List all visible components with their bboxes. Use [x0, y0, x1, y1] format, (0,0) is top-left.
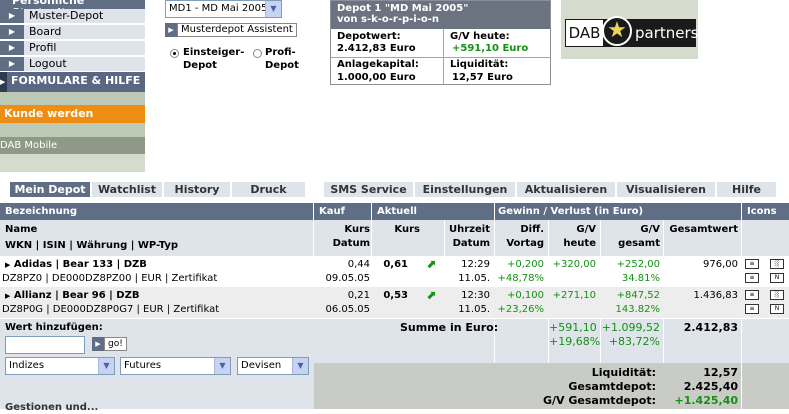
nav-spacer — [0, 154, 145, 172]
nav-spacer — [0, 123, 145, 137]
add-value-panel: Wert hinzufügen: ▶ go! Indizes ▼ Futures ▼ … — [0, 319, 314, 413]
tab-hilfe[interactable]: Hilfe — [717, 182, 776, 197]
nav-kunde-werden[interactable]: Kunde werden — [0, 105, 145, 123]
radio-unchecked-icon[interactable] — [253, 49, 262, 58]
triangle-right-icon: ▶ — [92, 337, 104, 351]
tab-history[interactable]: History — [164, 182, 230, 197]
edit-icon[interactable]: ≡ — [745, 273, 759, 283]
bar-chart-icon[interactable]: ░ — [770, 259, 784, 269]
nav-item-board[interactable]: ▶ Board — [0, 25, 145, 40]
row-name[interactable]: ▶ Allianz | Bear 96 | DZB — [5, 290, 139, 302]
chart-detail-icon[interactable]: ≡ — [745, 259, 759, 269]
chevron-down-icon[interactable]: ▼ — [98, 358, 114, 374]
indizes-dropdown[interactable]: Indizes ▼ — [5, 357, 115, 375]
gv-heute-label: G/V heute: — [450, 31, 510, 42]
summary-panel: Summe in Euro: +591,10 +19,68% +1.099,52… — [314, 319, 789, 409]
tab-aktualisieren[interactable]: Aktualisieren — [517, 182, 615, 197]
news-icon[interactable]: N — [770, 273, 784, 283]
go-button[interactable]: ▶ go! — [92, 337, 127, 351]
tab-druck[interactable]: Druck — [232, 182, 305, 197]
table-subheader: Name WKN | ISIN | Währung | WP-Typ Kurs … — [0, 220, 789, 256]
depot-summary-box: Depot 1 "MD Mai 2005" von s-k-o-r-p-i-o-… — [330, 0, 551, 85]
dab-partners-logo: DAB ★ partners — [561, 0, 698, 59]
triangle-right-icon: ▶ — [0, 72, 7, 92]
nav-header: Persönliche Startseite — [0, 0, 145, 19]
liquiditaet-total-label: Liquidität: — [591, 366, 656, 379]
tab-einstellungen[interactable]: Einstellungen — [415, 182, 515, 197]
nav-item-profil[interactable]: ▶ Profil — [0, 41, 145, 56]
triangle-right-icon: ▶ — [5, 292, 11, 300]
chart-detail-icon[interactable]: ≡ — [745, 290, 759, 300]
bar-chart-icon[interactable]: ░ — [770, 290, 784, 300]
gesamtdepot-label: Gesamtdepot: — [568, 380, 656, 393]
liquiditaet-value: 12,57 Euro — [452, 72, 513, 83]
radio-checked-icon[interactable] — [170, 49, 179, 58]
triangle-right-icon: ▶ — [0, 57, 24, 71]
row-name[interactable]: ▶ Adidas | Bear 133 | DZB — [5, 259, 147, 271]
tab-watchlist[interactable]: Watchlist — [92, 182, 162, 197]
triangle-right-icon: ▶ — [165, 23, 177, 37]
anlagekapital-value: 1.000,00 Euro — [337, 72, 416, 83]
summe-label: Summe in Euro: — [400, 321, 499, 334]
devisen-dropdown[interactable]: Devisen ▼ — [237, 357, 309, 375]
futures-dropdown[interactable]: Futures ▼ — [120, 357, 231, 375]
tab-visualisieren[interactable]: Visualisieren — [617, 182, 715, 197]
radio-einsteiger-depot[interactable]: Einsteiger- Depot — [170, 46, 250, 72]
nav-item-muster-depot[interactable]: ▶ Muster-Depot — [0, 9, 145, 24]
chevron-down-icon[interactable]: ▼ — [214, 358, 230, 374]
triangle-right-icon: ▶ — [0, 41, 24, 55]
trend-up-arrow-icon: ⬈ — [426, 257, 437, 271]
triangle-right-icon: ▶ — [5, 261, 11, 269]
radio-profi-depot[interactable]: Profi- Depot — [253, 46, 313, 72]
left-navigation: Persönliche Startseite ▶ Muster-Depot ▶ … — [0, 0, 145, 172]
news-icon[interactable]: N — [770, 304, 784, 314]
edit-icon[interactable]: ≡ — [745, 304, 759, 314]
depotwert-value: 2.412,83 Euro — [337, 43, 416, 54]
chevron-down-icon[interactable]: ▼ — [292, 358, 308, 374]
triangle-right-icon: ▶ — [0, 9, 24, 23]
depotwert-label: Depotwert: — [337, 31, 401, 42]
depot-select[interactable]: MD1 - MD Mai 2005 ▼ — [165, 0, 282, 18]
triangle-right-icon: ▶ — [0, 25, 24, 39]
star-icon: ★ — [602, 16, 632, 46]
tab-mein-depot[interactable]: Mein Depot — [10, 182, 90, 197]
depot-title: Depot 1 "MD Mai 2005" von s-k-o-r-p-i-o-… — [331, 1, 550, 29]
trend-up-arrow-icon: ⬈ — [426, 288, 437, 302]
add-value-input[interactable] — [5, 336, 85, 354]
table-row[interactable]: ▶ Allianz | Bear 96 | DZB DZ8P0G | DE000… — [0, 287, 789, 318]
gv-gesamtdepot-label: G/V Gesamtdepot: — [543, 394, 656, 407]
liquiditaet-label: Liquidität: — [450, 59, 509, 70]
nav-item-logout[interactable]: ▶ Logout — [0, 57, 145, 72]
nav-forms-help[interactable]: ▶ FORMULARE & HILFE — [0, 72, 145, 92]
table-row[interactable]: ▶ Adidas | Bear 133 | DZB DZ8PZ0 | DE000… — [0, 256, 789, 287]
gv-heute-value: +591,10 Euro — [452, 43, 529, 54]
nav-dab-mobile[interactable]: DAB Mobile — [0, 137, 145, 154]
chevron-down-icon[interactable]: ▼ — [265, 1, 281, 17]
musterdepot-assistant-button[interactable]: ▶ Musterdepot Assistent — [165, 23, 297, 37]
nav-spacer — [0, 92, 145, 105]
tab-sms-service[interactable]: SMS Service — [324, 182, 413, 197]
table-header: Bezeichnung Kauf Aktuell Gewinn / Verlus… — [0, 203, 789, 220]
anlagekapital-label: Anlagekapital: — [337, 59, 419, 70]
